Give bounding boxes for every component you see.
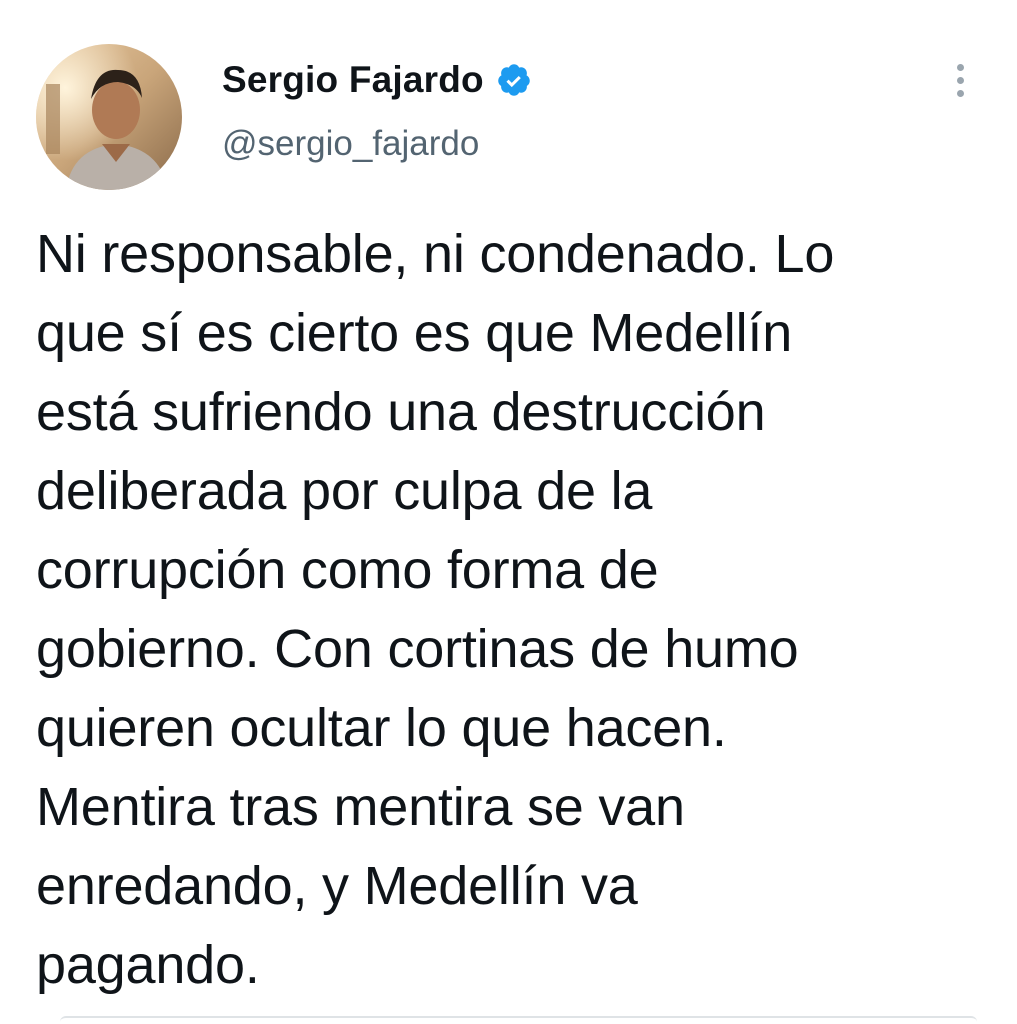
more-options-vertical-icon[interactable] xyxy=(940,58,980,102)
author-handle[interactable]: @sergio_fajardo xyxy=(222,122,479,166)
more-dot xyxy=(956,63,964,71)
author-name-row: Sergio Fajardo xyxy=(222,58,532,102)
verified-badge-icon xyxy=(496,62,532,98)
tweet-text: Ni responsable, ni condenado. Lo que sí … xyxy=(36,224,835,995)
avatar-photo xyxy=(36,44,182,190)
next-card-edge xyxy=(60,1016,977,1024)
more-dot xyxy=(956,76,964,84)
tweet-card: Sergio Fajardo @sergio_fajardo Ni respon… xyxy=(0,0,1017,1024)
more-dot xyxy=(956,89,964,97)
author-display-name[interactable]: Sergio Fajardo xyxy=(222,58,484,102)
avatar[interactable] xyxy=(36,44,182,190)
